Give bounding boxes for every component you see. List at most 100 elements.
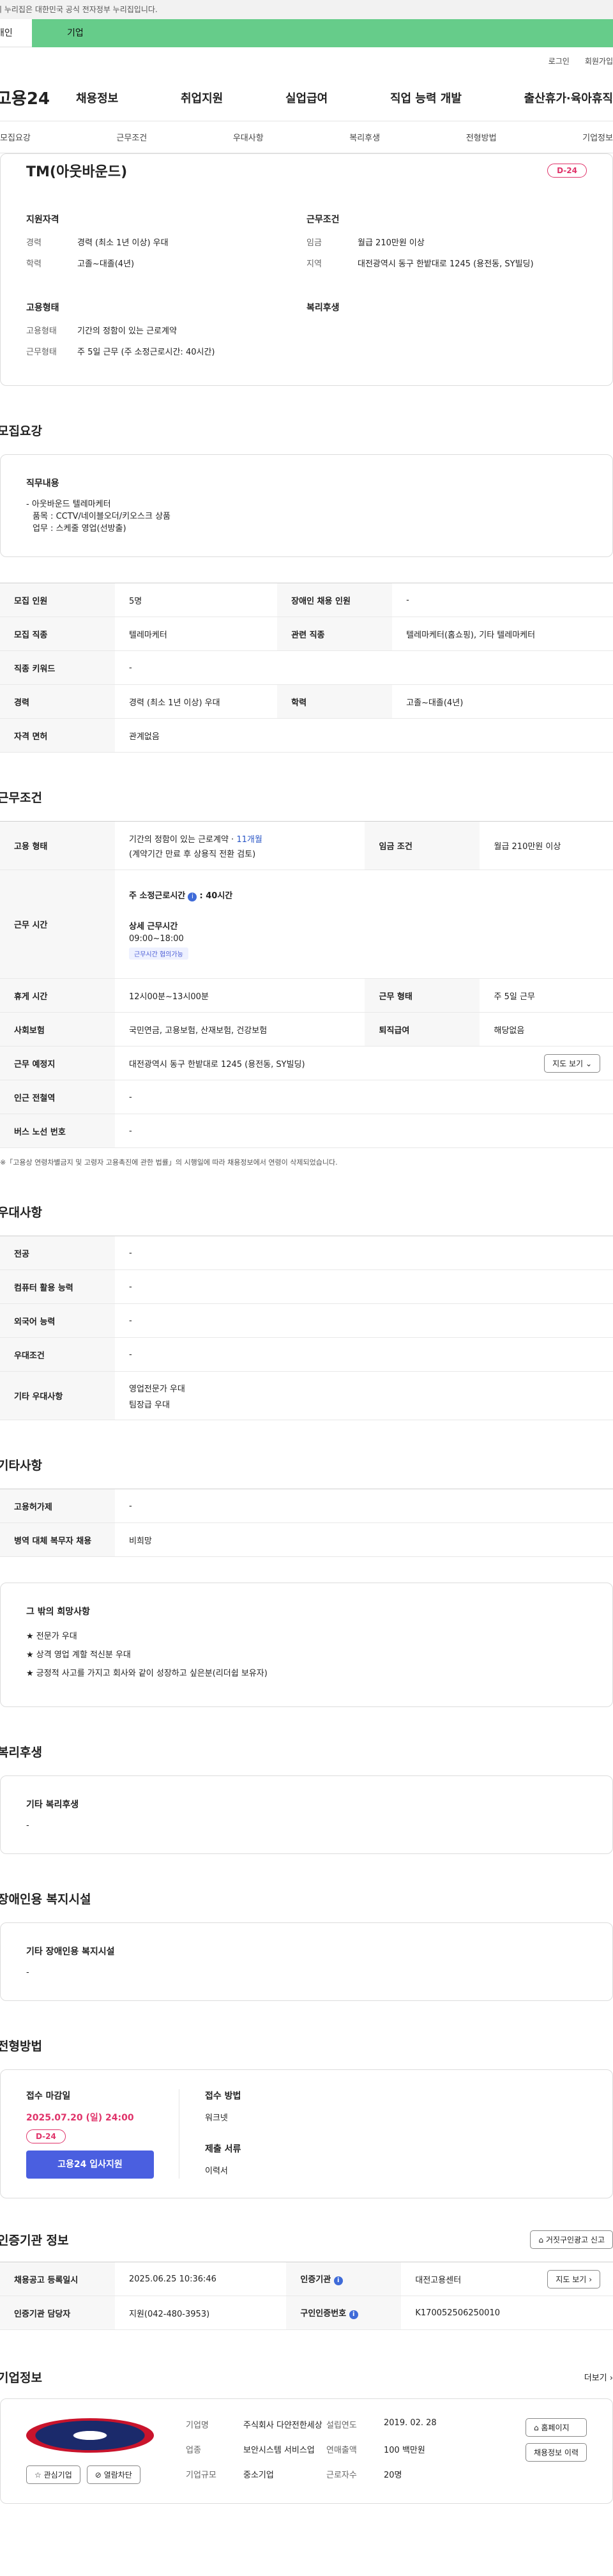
nav-employment-support[interactable]: 취업지원 <box>181 89 223 106</box>
util-links: 로그인 회원가입 <box>0 47 613 74</box>
table-row: 전공 - <box>0 1236 613 1270</box>
welfare-title: 복리후생 <box>306 303 340 313</box>
corp-section-title: 기업정보 <box>0 2371 42 2385</box>
table-row: 직종 키워드 - <box>0 650 613 685</box>
label: 고용형태 <box>26 326 57 336</box>
cond-title: 근무조건 <box>306 215 340 225</box>
hours-negotiable-badge: 근무시간 협의가능 <box>129 947 188 960</box>
value: 기간의 정함이 있는 근로계약 <box>77 326 177 336</box>
subnav-benefit[interactable]: 복리후생 <box>349 131 380 143</box>
block-button[interactable]: ⊘ 열람차단 <box>86 2465 140 2484</box>
chevron-down-icon: ⌄ <box>585 1059 592 1068</box>
subnav-corp[interactable]: 기업정보 <box>582 131 613 143</box>
site-logo[interactable]: 고용24 <box>0 86 76 109</box>
map-button[interactable]: 지도 보기 ⌄ <box>544 1054 600 1073</box>
homepage-button[interactable]: ⌂ 홈페이지 <box>525 2418 587 2437</box>
benefit-box: 기타 복리후생 - <box>0 1775 613 1854</box>
job-summary-card: TM(아웃바운드) D-24 지원자격 경력 경력 (최소 1년 이상) 우대 학… <box>0 153 613 386</box>
cert-table: 채용공고 등록일시 2025.06.25 10:36:46 인증기관 i 대전고용센터… <box>0 2262 613 2330</box>
dday-badge: D-24 <box>547 164 587 178</box>
map-button[interactable]: 지도 보기 › <box>547 2269 600 2288</box>
nav-training[interactable]: 직업 능력 개발 <box>390 89 462 106</box>
subnav-prefer[interactable]: 우대사항 <box>233 131 264 143</box>
tab-company[interactable]: 기업 <box>32 19 613 47</box>
tab-personal[interactable]: 개인 <box>0 19 32 47</box>
block-icon: ⊘ <box>95 2471 102 2480</box>
report-button[interactable]: ⌂ 거짓구인광고 신고 <box>530 2230 613 2249</box>
table-row: 근무 시간 주 소정근로시간 i : 40시간 상세 근무시간 09:00~18… <box>0 870 613 979</box>
info-icon[interactable]: i <box>349 2310 358 2319</box>
job-desc-line: 품목 : CCTV/네이블오더/키오스크 상품 <box>33 512 171 521</box>
disabled-label: 기타 장애인용 복지시설 <box>26 1947 115 1957</box>
chevron-right-icon: › <box>589 2274 592 2284</box>
table-row: 버스 노선 번호 - <box>0 1114 613 1148</box>
work-table: 고용 형태 기간의 정함이 있는 근로계약 · 11개월 (계약기간 만료 후 상… <box>0 821 613 1148</box>
star-icon: ☆ <box>34 2471 42 2480</box>
info-icon[interactable]: i <box>333 2276 343 2285</box>
nav-leave[interactable]: 출산휴가·육아휴직 <box>524 89 613 106</box>
table-row: 휴게 시간 12시00분~13시00분 근무 형태 주 5일 근무 <box>0 978 613 1013</box>
nav-jobs[interactable]: 채용정보 <box>76 89 118 106</box>
label: 지역 <box>306 259 322 269</box>
wish-line: ★ 전문가 우대 <box>26 1632 77 1641</box>
label: 학력 <box>26 259 42 269</box>
disabled-value: - <box>26 1968 29 1977</box>
qual-title: 지원자격 <box>26 215 59 225</box>
value: 고졸~대졸(4년) <box>77 259 135 269</box>
info-icon[interactable]: i <box>188 893 197 901</box>
company-logo <box>26 2418 154 2453</box>
benefit-value: - <box>26 1821 29 1830</box>
job-desc-line: 업무 : 스케줄 영업(선방출) <box>33 524 126 533</box>
table-row: 인증기관 담당자 지원(042-480-3953) 구인인증번호 i K1700525… <box>0 2296 613 2330</box>
value: 주 5일 근무 (주 소정근로시간: 40시간) <box>77 348 215 357</box>
job-desc-line: - 아웃바운드 텔레마케터 <box>26 500 111 509</box>
home-icon: ⌂ <box>538 2235 544 2244</box>
subnav-work[interactable]: 근무조건 <box>116 131 147 143</box>
value: 경력 (최소 1년 이상) 우대 <box>77 238 169 248</box>
docs-label: 제출 서류 <box>205 2144 241 2154</box>
table-row: 경력 경력 (최소 1년 이상) 우대 학력 고졸~대졸(4년) <box>0 684 613 719</box>
value: 대전광역시 동구 한밭대로 1245 (용전동, SY빌딩) <box>358 259 534 269</box>
apply-box: 접수 마감일 2025.07.20 (일) 24:00 D-24 고용24 입사… <box>0 2069 613 2198</box>
benefit-section-title: 복리후생 <box>0 1745 42 1759</box>
deadline-value: 2025.07.20 (일) 24:00 <box>26 2113 134 2123</box>
user-type-tabs: 개인 기업 <box>0 19 613 47</box>
corp-card: ☆ 관심기업 ⊘ 열람차단 기업명 주식회사 다얀전한세상 설립연도 2019. 0… <box>0 2398 613 2504</box>
disabled-box: 기타 장애인용 복지시설 - <box>0 1922 613 2001</box>
gov-banner: 이 누리집은 대한민국 공식 전자정부 누리집입니다. <box>0 0 613 19</box>
job-history-button[interactable]: 채용정보 이력 <box>525 2443 587 2462</box>
subnav-recruit[interactable]: 모집요강 <box>0 131 31 143</box>
table-row: 자격 면허 관계없음 <box>0 718 613 753</box>
home-icon: ⌂ <box>533 2423 539 2432</box>
process-section-title: 전형방법 <box>0 2039 42 2053</box>
table-row: 고용허가제 - <box>0 1489 613 1523</box>
apply-button[interactable]: 고용24 입사지원 <box>26 2150 154 2179</box>
login-link[interactable]: 로그인 <box>549 56 570 66</box>
table-row: 사회보험 국민연금, 고용보험, 산재보험, 건강보험 퇴직급여 해당없음 <box>0 1012 613 1046</box>
more-link[interactable]: 더보기 › <box>584 2371 613 2383</box>
chevron-right-icon: › <box>609 2373 613 2383</box>
section-nav: 모집요강 근무조건 우대사항 복리후생 전형방법 기업정보 <box>0 121 613 153</box>
wish-line: ★ 상격 영업 계할 적신분 우대 <box>26 1650 131 1660</box>
favorite-button[interactable]: ☆ 관심기업 <box>26 2465 80 2484</box>
nav-unemployment[interactable]: 실업급여 <box>285 89 328 106</box>
table-row: 기타 우대사항 영업전문가 우대 팀장급 우대 <box>0 1371 613 1420</box>
table-row: 컴퓨터 활용 능력 - <box>0 1269 613 1304</box>
subnav-process[interactable]: 전형방법 <box>466 131 497 143</box>
value: 월급 210만원 이상 <box>358 238 425 248</box>
deadline-label: 접수 마감일 <box>26 2091 71 2101</box>
dday-badge: D-24 <box>26 2129 66 2143</box>
disabled-section-title: 장애인용 복지시설 <box>0 1892 91 1906</box>
other-table: 고용허가제 - 병역 대체 복무자 채용 비희망 <box>0 1489 613 1557</box>
label: 경력 <box>26 238 42 248</box>
table-row: 인근 전철역 - <box>0 1080 613 1114</box>
emp-title: 고용형태 <box>26 303 59 313</box>
job-title: TM(아웃바운드) <box>26 164 128 180</box>
table-row: 모집 인원 5명 장애인 채용 인원 - <box>0 583 613 617</box>
wish-label: 그 밖의 희망사항 <box>26 1607 90 1617</box>
method-label: 접수 방법 <box>205 2091 241 2101</box>
job-desc-label: 직무내용 <box>26 479 59 489</box>
signup-link[interactable]: 회원가입 <box>585 56 613 66</box>
benefit-label: 기타 복리후생 <box>26 1800 79 1810</box>
table-row: 고용 형태 기간의 정함이 있는 근로계약 · 11개월 (계약기간 만료 후 상… <box>0 821 613 870</box>
